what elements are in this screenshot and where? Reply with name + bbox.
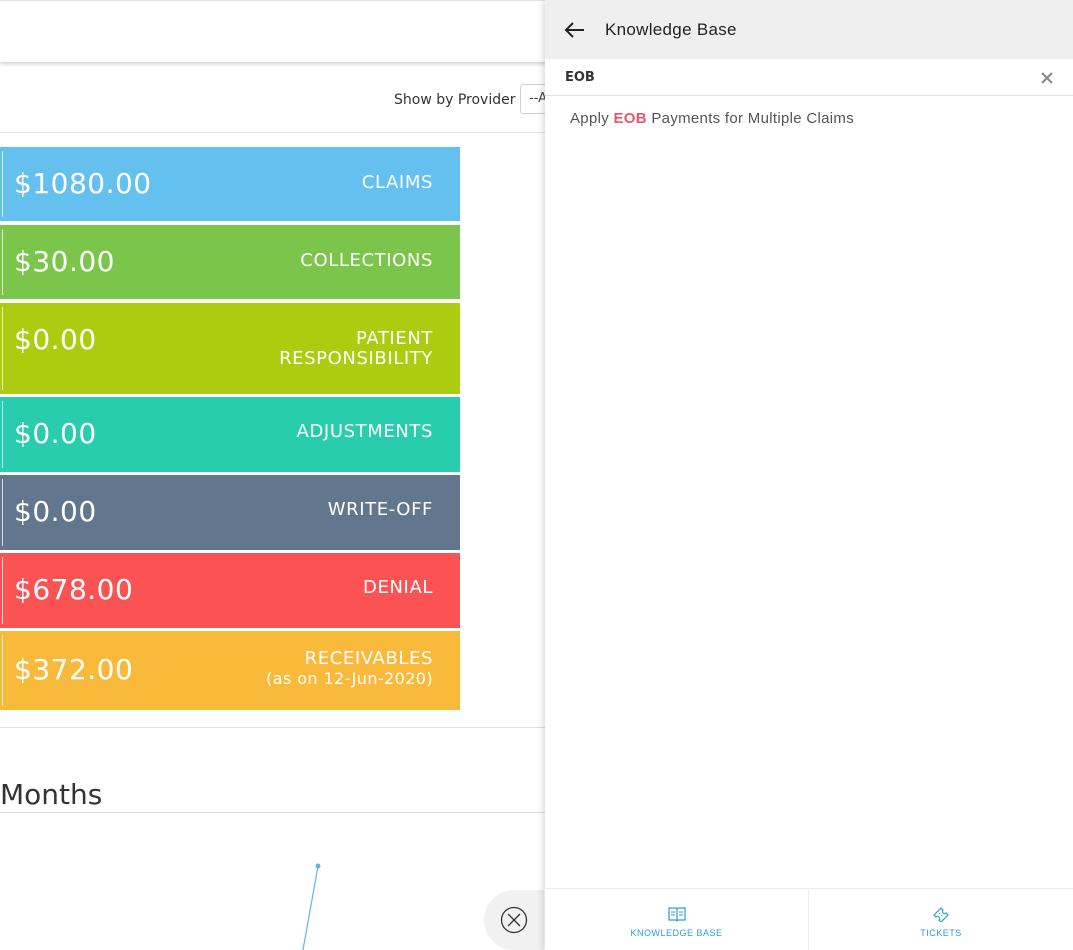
patient-responsibility-amount: $0.00 (14, 323, 97, 356)
claims-amount: $1080.00 (14, 167, 152, 200)
patient-responsibility-label-line1: PATIENT (356, 328, 433, 349)
write-off-label: WRITE-OFF (327, 499, 433, 520)
patient-responsibility-label-line2: RESPONSIBILITY (279, 348, 433, 369)
receivables-label-text: RECEIVABLES (304, 648, 433, 669)
knowledge-base-title: Knowledge Base (605, 20, 737, 39)
search-result-item[interactable]: Apply EOB Payments for Multiple Claims (570, 110, 854, 127)
section-divider (0, 727, 560, 728)
chart-point (315, 863, 321, 869)
knowledge-base-footer: KNOWLEDGE BASE TICKETS (545, 888, 1073, 950)
knowledge-base-header: Knowledge Base (545, 0, 1073, 59)
result-text-suffix: Payments for Multiple Claims (651, 110, 854, 127)
denial-tile[interactable]: $678.00 DENIAL (0, 553, 460, 628)
ticket-icon (933, 907, 949, 922)
months-chart (302, 863, 321, 950)
book-icon (667, 907, 686, 922)
write-off-amount: $0.00 (14, 495, 97, 528)
collections-label: COLLECTIONS (300, 250, 433, 271)
denial-label: DENIAL (363, 577, 433, 598)
knowledge-base-search-input[interactable] (565, 66, 1025, 88)
result-text-prefix: Apply (570, 110, 610, 127)
filter-row: Show by Provider (0, 68, 600, 133)
claims-label: CLAIMS (361, 172, 433, 193)
tab-tickets[interactable]: TICKETS (809, 889, 1073, 950)
receivables-label: RECEIVABLES (as on 12-Jun-2020) (266, 649, 433, 689)
tab-knowledge-base[interactable]: KNOWLEDGE BASE (545, 889, 809, 950)
collections-amount: $30.00 (14, 245, 115, 278)
knowledge-base-search-row (545, 59, 1073, 96)
back-arrow-icon[interactable] (563, 18, 587, 42)
months-divider (0, 812, 560, 813)
receivables-tile[interactable]: $372.00 RECEIVABLES (as on 12-Jun-2020) (0, 631, 460, 710)
chart-line-segment (302, 865, 319, 950)
result-highlight: EOB (613, 110, 647, 127)
show-by-provider-label: Show by Provider (394, 92, 516, 108)
knowledge-base-panel: Knowledge Base Apply EOB Payments for Mu… (545, 0, 1073, 950)
tab-tickets-label: TICKETS (920, 928, 962, 938)
write-off-tile[interactable]: $0.00 WRITE-OFF (0, 475, 460, 550)
claims-tile[interactable]: $1080.00 CLAIMS (0, 147, 460, 221)
clear-search-icon[interactable] (1037, 68, 1057, 88)
close-circle-icon (500, 906, 528, 934)
denial-amount: $678.00 (14, 573, 134, 606)
patient-responsibility-tile[interactable]: $0.00 PATIENT RESPONSIBILITY (0, 303, 460, 394)
adjustments-tile[interactable]: $0.00 ADJUSTMENTS (0, 397, 460, 472)
app-window: Show by Provider --A $1080.00 CLAIMS $30… (0, 0, 1073, 950)
receivables-date: (as on 12-Jun-2020) (266, 669, 433, 688)
months-section-title: Months (0, 778, 103, 811)
floating-close-button[interactable] (484, 890, 544, 950)
adjustments-amount: $0.00 (14, 417, 97, 450)
receivables-amount: $372.00 (14, 653, 134, 686)
collections-tile[interactable]: $30.00 COLLECTIONS (0, 225, 460, 299)
tab-knowledge-base-label: KNOWLEDGE BASE (630, 928, 723, 938)
patient-responsibility-label: PATIENT RESPONSIBILITY (279, 329, 433, 369)
adjustments-label: ADJUSTMENTS (296, 421, 433, 442)
